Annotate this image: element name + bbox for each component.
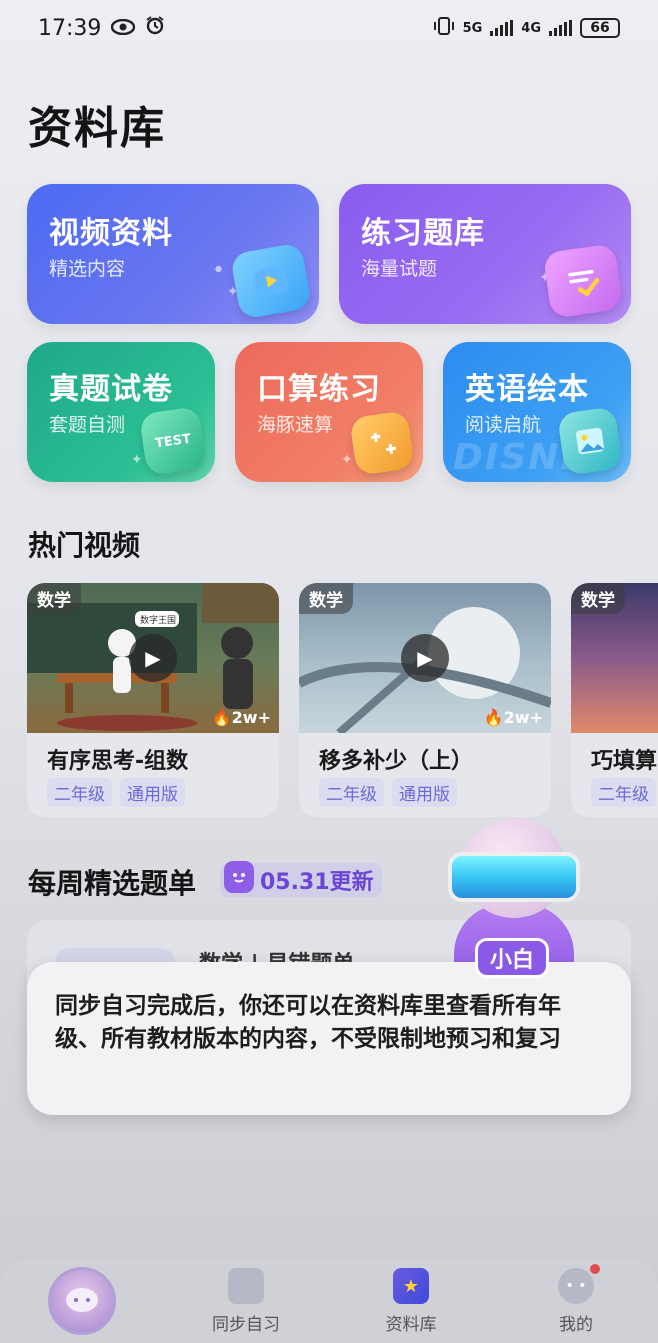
card-subtitle: 精选内容 xyxy=(49,258,126,280)
tab-library[interactable]: ★ 资料库 xyxy=(361,1268,461,1338)
book-icon xyxy=(228,1268,264,1304)
update-badge-label: 05.31更新 xyxy=(260,870,374,895)
subject-tag: 数学 xyxy=(571,583,625,614)
section-title-weekly: 每周精选题单 xyxy=(28,867,197,900)
tab-label: 资料库 xyxy=(385,1315,437,1335)
tab-me[interactable]: • • 我的 xyxy=(526,1268,626,1338)
video-thumbnail: 数学 ▶ 🔥2w+ xyxy=(299,583,551,733)
network-5g-label: 5G xyxy=(462,20,483,36)
card-title: 真题试卷 xyxy=(49,372,173,407)
video-tags: 二年级 xyxy=(591,778,656,807)
card-subtitle: 套题自测 xyxy=(49,414,126,436)
card-subtitle: 阅读启航 xyxy=(465,414,542,436)
card-video-materials[interactable]: 视频资料 精选内容 ✦ ● xyxy=(27,184,319,324)
video-tags: 二年级 通用版 xyxy=(319,778,457,807)
network-4g-label: 4G xyxy=(521,20,541,36)
view-count-value: 2w+ xyxy=(231,708,271,727)
tab-label: 同步自习 xyxy=(212,1315,280,1335)
mascot-face-icon xyxy=(224,861,254,893)
view-count-value: 2w+ xyxy=(503,708,543,727)
sparkle-icon: ✦ xyxy=(131,452,143,468)
subject-tag: 数学 xyxy=(27,583,81,614)
card-title: 口算练习 xyxy=(257,372,381,407)
assistant-name-badge: 小白 xyxy=(475,938,549,978)
alarm-icon xyxy=(145,15,165,41)
test-icon-label: TEST xyxy=(154,431,192,451)
sign-label: 数字王国 xyxy=(140,614,176,626)
card-past-papers[interactable]: 真题试卷 套题自测 ✦ TEST xyxy=(27,342,215,482)
signal-icon-2 xyxy=(549,20,572,36)
assistant-message: 同步自习完成后，你还可以在资料库里查看所有年级、所有教材版本的内容，不受限制地预… xyxy=(55,993,561,1052)
section-title-hot-videos: 热门视频 xyxy=(28,529,141,562)
home-avatar[interactable] xyxy=(48,1267,116,1335)
signal-icon xyxy=(490,20,514,36)
play-icon[interactable]: ▶ xyxy=(401,634,449,682)
notification-dot xyxy=(590,1264,600,1274)
sparkle-icon: ✦ xyxy=(341,452,353,468)
video-thumbnail: 数学 xyxy=(571,583,658,733)
status-left: 17:39 xyxy=(38,15,165,41)
assistant-message-bubble: 同步自习完成后，你还可以在资料库里查看所有年级、所有教材版本的内容，不受限制地预… xyxy=(27,962,631,1115)
card-subtitle: 海量试题 xyxy=(361,258,438,280)
card-title: 英语绘本 xyxy=(465,372,589,407)
video-thumbnail: 数字王国 数学 ▶ 🔥2w+ xyxy=(27,583,279,733)
video-title: 巧填算 xyxy=(591,749,658,774)
video-tags: 二年级 通用版 xyxy=(47,778,185,807)
video-card[interactable]: 数学 ▶ 🔥2w+ 移多补少（上） 二年级 通用版 xyxy=(299,583,551,817)
status-time: 17:39 xyxy=(38,15,102,41)
eye-icon xyxy=(111,16,136,41)
grade-tag: 二年级 xyxy=(319,778,384,807)
vibrate-icon xyxy=(433,16,455,40)
video-title: 移多补少（上） xyxy=(319,749,474,774)
calculator-icon xyxy=(349,410,415,476)
card-subtitle: 海豚速算 xyxy=(257,414,334,436)
video-card[interactable]: 数字王国 数学 ▶ 🔥2w+ 有序思考-组数 二年级 通用版 xyxy=(27,583,279,817)
picture-book-icon xyxy=(556,406,624,476)
subject-tag: 数学 xyxy=(299,583,353,614)
battery-indicator: 66 xyxy=(580,18,620,38)
chat-face-icon xyxy=(66,1288,98,1312)
profile-icon: • • xyxy=(558,1268,594,1304)
card-title: 练习题库 xyxy=(361,216,485,251)
view-count: 🔥2w+ xyxy=(211,708,271,727)
robot-visor xyxy=(448,852,580,902)
status-bar: 17:39 5G 4G 66 xyxy=(0,0,658,56)
grade-tag: 二年级 xyxy=(591,778,656,807)
card-mental-math[interactable]: 口算练习 海豚速算 ✦ xyxy=(235,342,423,482)
edition-tag: 通用版 xyxy=(392,778,457,807)
grade-tag: 二年级 xyxy=(47,778,112,807)
card-exercise-bank[interactable]: 练习题库 海量试题 ✦ xyxy=(339,184,631,324)
play-icon[interactable]: ▶ xyxy=(129,634,177,682)
update-badge: 05.31更新 xyxy=(220,861,382,897)
sparkle-icon: ● xyxy=(215,264,222,273)
card-title: 视频资料 xyxy=(49,216,173,251)
page-title: 资料库 xyxy=(28,103,166,154)
status-right: 5G 4G 66 xyxy=(433,16,620,40)
video-card[interactable]: 数学 巧填算 二年级 xyxy=(571,583,658,817)
test-paper-icon: TEST xyxy=(138,406,208,476)
tv-icon xyxy=(229,242,313,320)
edition-tag: 通用版 xyxy=(120,778,185,807)
tab-sync-study[interactable]: 同步自习 xyxy=(196,1268,296,1338)
tab-label: 我的 xyxy=(559,1315,593,1335)
checklist-icon xyxy=(542,243,624,319)
star-icon: ★ xyxy=(393,1268,429,1304)
video-title: 有序思考-组数 xyxy=(47,749,189,774)
view-count: 🔥2w+ xyxy=(483,708,543,727)
card-english-picture-books[interactable]: DISNEY 英语绘本 阅读启航 xyxy=(443,342,631,482)
